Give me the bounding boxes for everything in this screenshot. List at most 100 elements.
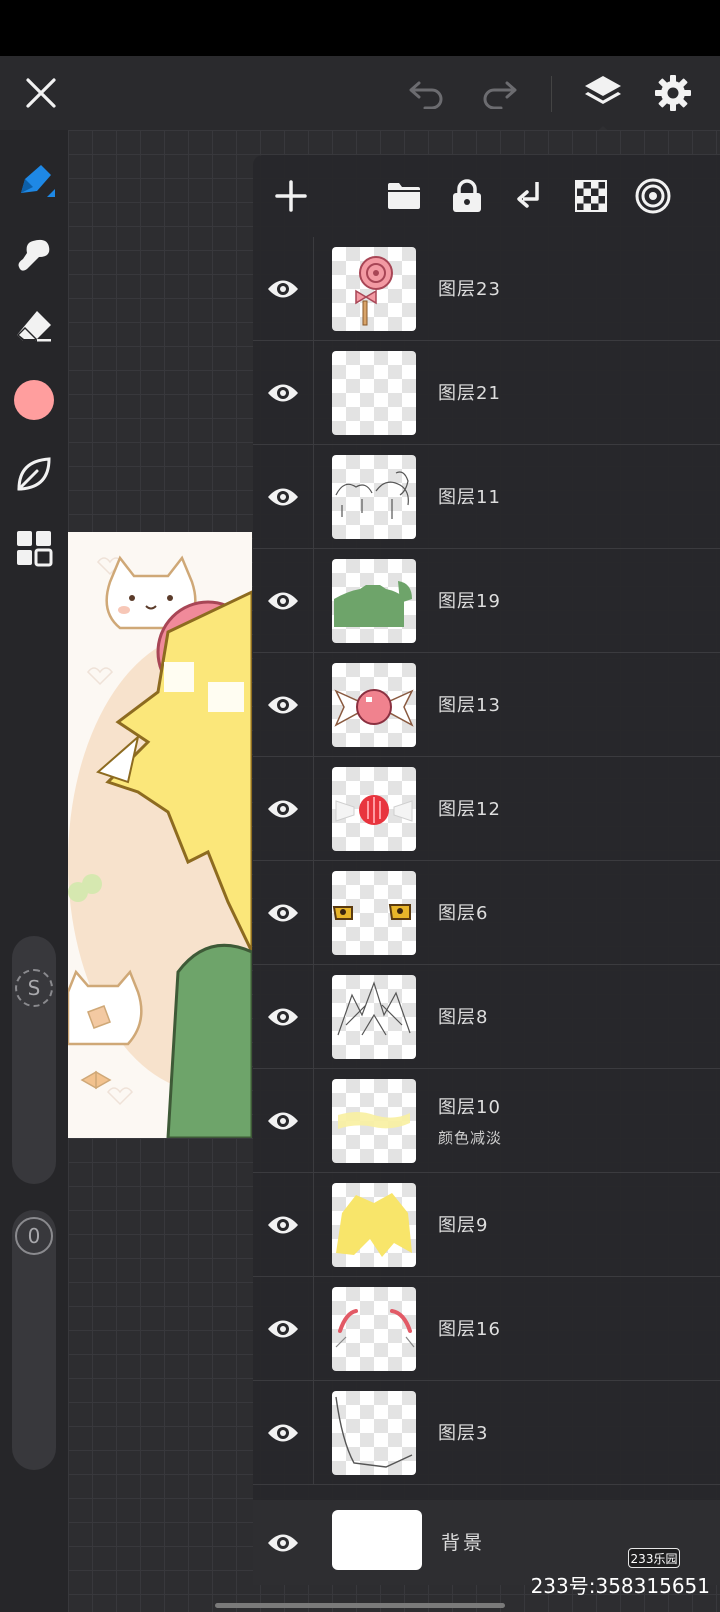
layer-row[interactable]: 图层16 [253,1277,720,1381]
new-group-button[interactable] [380,167,428,225]
visibility-toggle[interactable] [253,237,313,341]
close-button[interactable] [14,56,68,130]
row-divider [313,1381,314,1485]
row-divider [313,1069,314,1173]
visibility-toggle[interactable] [253,341,313,445]
background-layer-name: 背景 [441,1532,486,1554]
visibility-toggle[interactable] [253,1500,313,1585]
layer-thumbnail [332,1079,416,1163]
eraser-tool[interactable] [0,296,68,356]
color-swatch [14,380,54,420]
layer-thumbnail [332,247,416,331]
undo-button[interactable] [404,56,450,130]
top-bar [0,56,720,134]
layers-panel: 图层23 图层21 图层11 图层19 图层13 图层12 图层6 图层8 图层… [253,155,720,1585]
artwork-image [68,532,252,1138]
layer-name: 图层19 [438,591,501,612]
brush-tool[interactable] [0,152,68,212]
opacity-label: 0 [15,1217,53,1255]
layer-row[interactable]: 图层12 [253,757,720,861]
add-layer-icon [275,180,307,212]
visibility-toggle[interactable] [253,445,313,549]
color-picker[interactable] [0,370,68,430]
row-divider [313,1277,314,1381]
layer-name: 图层23 [438,279,501,300]
layer-row[interactable]: 图层11 [253,445,720,549]
layer-name: 图层3 [438,1423,489,1444]
layer-list: 图层23 图层21 图层11 图层19 图层13 图层12 图层6 图层8 图层… [253,237,720,1485]
folder-icon [388,183,420,209]
redo-button[interactable] [476,56,522,130]
layer-thumbnail [332,351,416,435]
layer-name: 图层10 [438,1097,501,1118]
layer-row[interactable]: 图层10 颜色减淡 [253,1069,720,1173]
merge-down-button[interactable] [505,167,553,225]
layer-thumbnail [332,1287,416,1371]
eye-icon [268,1112,298,1130]
eye-icon [268,1008,298,1026]
layer-row[interactable]: 图层6 [253,861,720,965]
opacity-badge: 0 [12,1214,56,1258]
layer-name: 图层8 [438,1007,489,1028]
visibility-toggle[interactable] [253,1277,313,1381]
watermark-text: 233号:358315651 [530,1574,710,1598]
eye-icon [268,1216,298,1234]
status-bar [0,0,720,56]
alpha-lock-button[interactable] [567,167,615,225]
smudge-tool[interactable] [0,224,68,284]
layer-thumbnail [332,767,416,851]
layer-thumbnail [332,663,416,747]
layout-tool[interactable] [0,518,68,578]
layer-name: 图层21 [438,383,501,404]
home-indicator [215,1603,505,1608]
reference-button[interactable] [629,167,677,225]
eye-icon [268,1424,298,1442]
checker-icon [575,180,607,212]
visibility-toggle[interactable] [253,861,313,965]
layer-thumbnail [332,455,416,539]
visibility-toggle[interactable] [253,653,313,757]
layer-thumbnail [332,1183,416,1267]
layer-name: 图层13 [438,695,501,716]
leaf-icon [17,457,51,491]
visibility-toggle[interactable] [253,757,313,861]
smudge-icon [18,239,50,271]
canvas-artwork [68,532,252,1138]
visibility-toggle[interactable] [253,549,313,653]
layer-row[interactable]: 图层21 [253,341,720,445]
redo-icon [483,81,517,109]
eye-icon [268,904,298,922]
divider [551,76,552,112]
row-divider [313,653,314,757]
eye-icon [268,384,298,402]
layer-row[interactable]: 图层13 [253,653,720,757]
target-icon [635,178,671,214]
layers-button[interactable] [578,56,628,130]
layer-row[interactable]: 图层3 [253,1381,720,1485]
add-layer-button[interactable] [267,167,315,225]
undo-icon [409,81,443,109]
watermark-logo: 233乐园 [628,1548,680,1568]
eraser-icon [17,311,51,342]
row-divider [313,549,314,653]
layer-row[interactable]: 图层19 [253,549,720,653]
layer-thumbnail [332,975,416,1059]
merge-down-icon [517,182,539,208]
eye-icon [268,280,298,298]
background-thumbnail [332,1510,422,1570]
eye-icon [268,1320,298,1338]
visibility-toggle[interactable] [253,1069,313,1173]
leaf-tool[interactable] [0,444,68,504]
eye-icon [268,1534,298,1551]
layer-row[interactable]: 图层23 [253,237,720,341]
layer-row[interactable]: 图层9 [253,1173,720,1277]
lock-button[interactable] [443,167,491,225]
layer-row[interactable]: 图层8 [253,965,720,1069]
row-divider [313,965,314,1069]
settings-button[interactable] [648,56,698,130]
visibility-toggle[interactable] [253,1173,313,1277]
row-divider [313,445,314,549]
layer-name: 图层16 [438,1319,501,1340]
visibility-toggle[interactable] [253,1381,313,1485]
visibility-toggle[interactable] [253,965,313,1069]
